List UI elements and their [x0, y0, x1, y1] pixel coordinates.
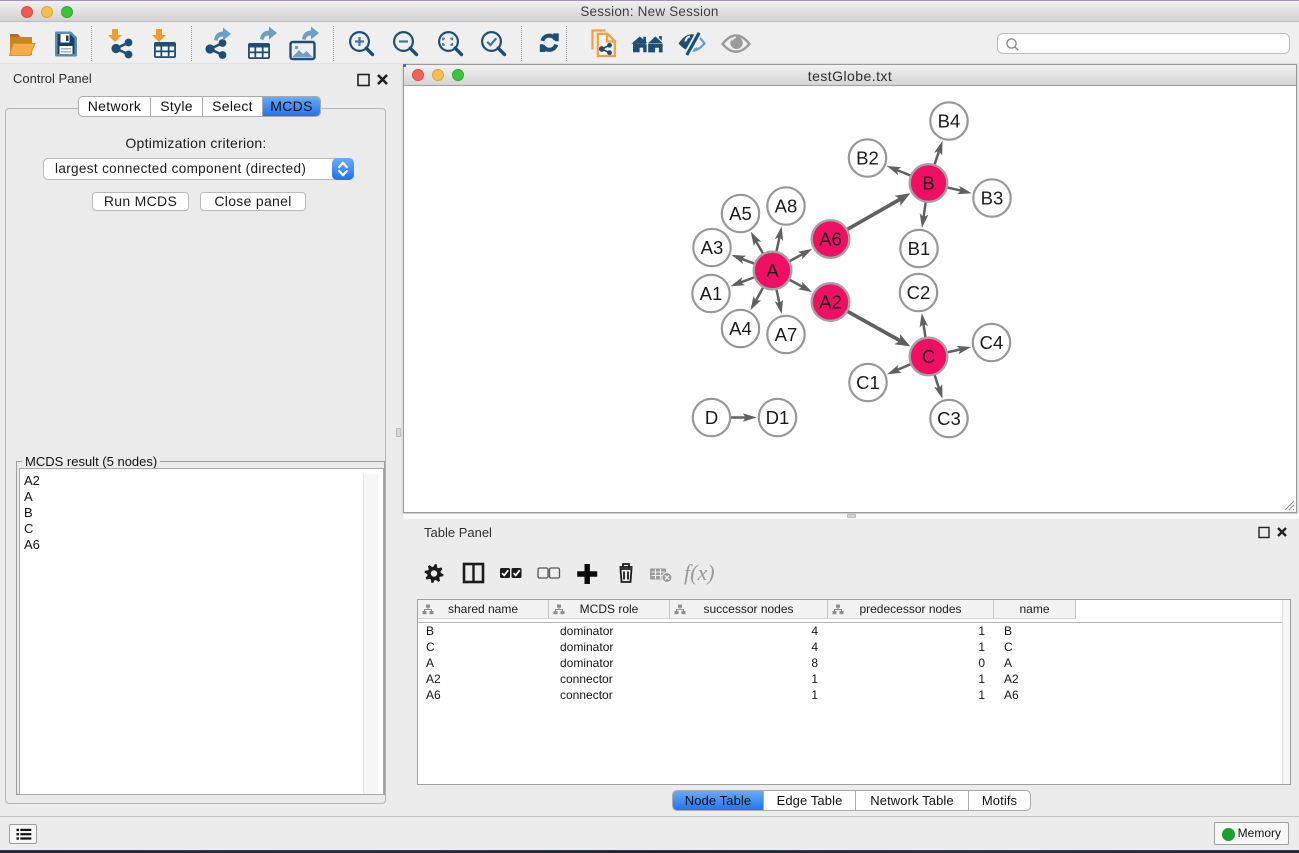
svg-text:A1: A1: [700, 283, 723, 304]
svg-text:A2: A2: [819, 291, 842, 312]
svg-text:A: A: [766, 260, 779, 281]
svg-text:B2: B2: [856, 147, 879, 168]
svg-text:A7: A7: [775, 324, 798, 345]
svg-text:C4: C4: [980, 332, 1004, 353]
svg-text:A8: A8: [775, 195, 798, 216]
svg-text:C: C: [922, 346, 935, 367]
svg-text:A4: A4: [729, 318, 752, 339]
svg-text:C1: C1: [856, 372, 880, 393]
svg-text:B: B: [922, 172, 934, 193]
svg-text:D: D: [705, 407, 718, 428]
svg-text:A3: A3: [701, 237, 724, 258]
svg-text:D1: D1: [766, 407, 790, 428]
svg-text:B1: B1: [908, 238, 931, 259]
svg-text:A5: A5: [729, 203, 752, 224]
svg-text:B3: B3: [981, 187, 1004, 208]
svg-text:C3: C3: [937, 408, 961, 429]
svg-text:C2: C2: [907, 282, 931, 303]
svg-text:f(x): f(x): [684, 560, 715, 585]
svg-text:A6: A6: [819, 228, 842, 249]
svg-text:B4: B4: [938, 110, 961, 131]
